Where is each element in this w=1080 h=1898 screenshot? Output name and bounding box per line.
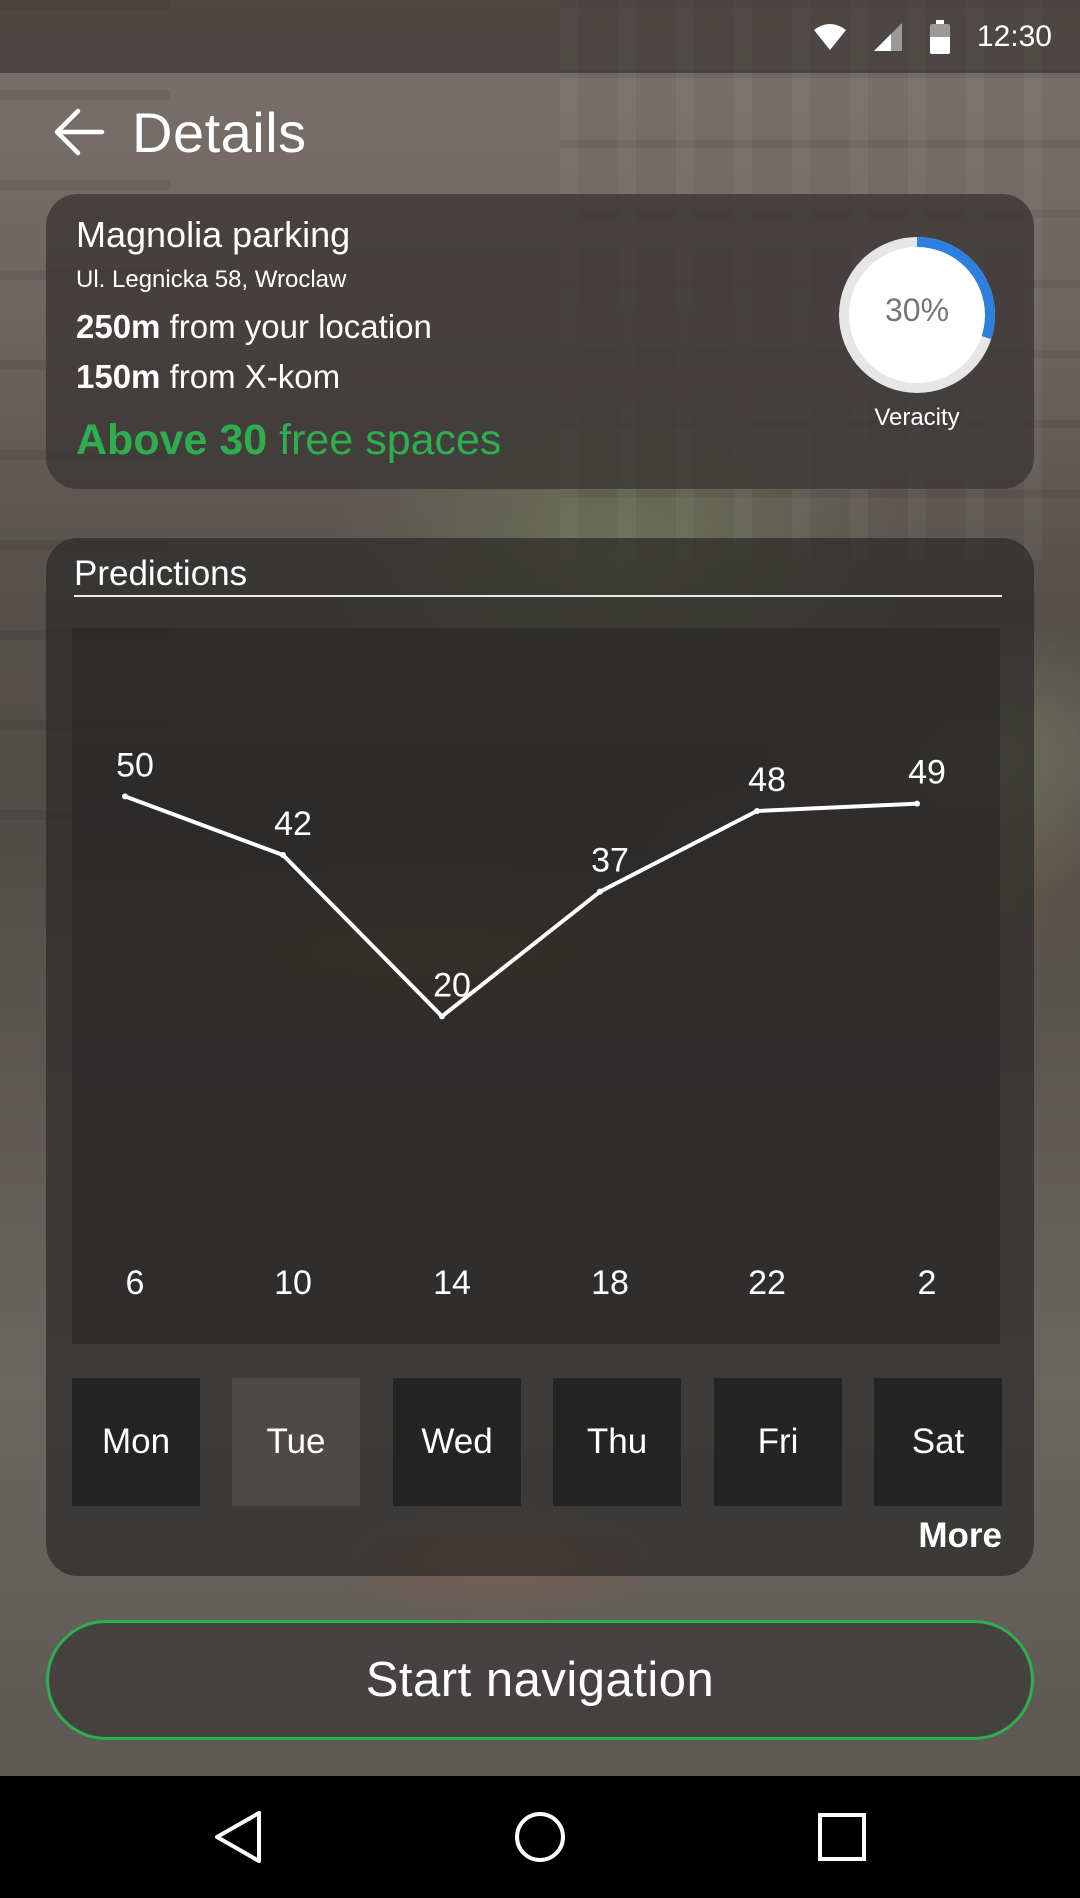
- day-tab-sat[interactable]: Sat: [874, 1378, 1002, 1506]
- predictions-card: Predictions 50 6 42 10 20 14 37 18 48 22 49 2 Mon Tu…: [46, 538, 1034, 1576]
- predictions-chart-svg: 50 6 42 10 20 14 37 18 48 22 49 2: [116, 746, 946, 1302]
- prediction-line: [123, 794, 919, 1019]
- app-header: Details: [50, 92, 307, 172]
- veracity-value: 30%: [884, 292, 950, 328]
- data-point: [754, 808, 760, 814]
- data-point: [597, 888, 603, 895]
- day-tab-fri[interactable]: Fri: [714, 1378, 842, 1506]
- recents-square-icon[interactable]: [806, 1801, 878, 1873]
- back-triangle-icon[interactable]: [203, 1801, 275, 1873]
- data-label: 37: [591, 842, 629, 880]
- day-tabs: Mon Tue Wed Thu Fri Sat: [72, 1378, 1002, 1506]
- back-button[interactable]: [50, 103, 108, 161]
- free-spaces-count: Above 30: [76, 416, 268, 464]
- veracity-label: Veracity: [874, 404, 960, 431]
- wifi-icon: [813, 23, 846, 50]
- data-point: [280, 852, 286, 858]
- cell-signal-icon: [873, 22, 902, 51]
- day-tab-wed[interactable]: Wed: [393, 1378, 521, 1506]
- data-point: [439, 1013, 445, 1020]
- x-tick-label: 14: [433, 1264, 471, 1302]
- battery-level-fill: [929, 36, 950, 54]
- x-tick-label: 18: [591, 1264, 629, 1302]
- x-tick-label: 2: [918, 1264, 937, 1302]
- distance-from-location: 250m from your location: [76, 308, 432, 346]
- predictions-divider: [74, 595, 1002, 597]
- status-icons: 12:30: [813, 0, 1052, 73]
- data-label: 20: [433, 966, 471, 1004]
- distance-from-location-text: from your location: [160, 308, 432, 345]
- distance-from-poi: 150m from X-kom: [76, 358, 340, 396]
- home-circle-icon[interactable]: [504, 1801, 576, 1873]
- predictions-title: Predictions: [74, 554, 248, 593]
- x-tick-label: 6: [126, 1264, 145, 1302]
- data-label: 48: [748, 761, 786, 799]
- data-point: [122, 793, 128, 800]
- day-tab-tue[interactable]: Tue: [232, 1378, 360, 1506]
- distance-from-poi-value: 150m: [76, 358, 161, 395]
- page-title: Details: [132, 100, 307, 164]
- start-navigation-button[interactable]: Start navigation: [46, 1620, 1034, 1740]
- day-tab-thu[interactable]: Thu: [553, 1378, 681, 1506]
- data-label: 49: [908, 754, 946, 792]
- arrow-left-icon: [54, 108, 105, 156]
- x-tick-label: 22: [748, 1264, 786, 1302]
- day-tab-mon[interactable]: Mon: [72, 1378, 200, 1506]
- parking-name: Magnolia parking: [76, 214, 351, 255]
- free-spaces-status: Above 30 free spaces: [76, 416, 501, 465]
- free-spaces-text: free spaces: [267, 416, 502, 464]
- battery-icon: [929, 19, 951, 54]
- parking-info-card: Magnolia parking Ul. Legnicka 58, Wrocla…: [46, 194, 1034, 489]
- parking-address: Ul. Legnicka 58, Wroclaw: [76, 266, 347, 293]
- status-bar: 12:30: [0, 0, 1080, 73]
- distance-from-poi-text: from X-kom: [160, 358, 341, 395]
- more-link[interactable]: More: [918, 1516, 1002, 1556]
- data-label: 50: [116, 746, 154, 784]
- distance-from-location-value: 250m: [76, 308, 161, 345]
- system-navigation-bar: [0, 1776, 1080, 1898]
- predictions-chart: 50 6 42 10 20 14 37 18 48 22 49 2: [72, 628, 1000, 1344]
- data-label: 42: [274, 805, 312, 843]
- status-time: 12:30: [976, 19, 1052, 53]
- x-tick-label: 10: [274, 1264, 312, 1302]
- data-point: [914, 800, 920, 807]
